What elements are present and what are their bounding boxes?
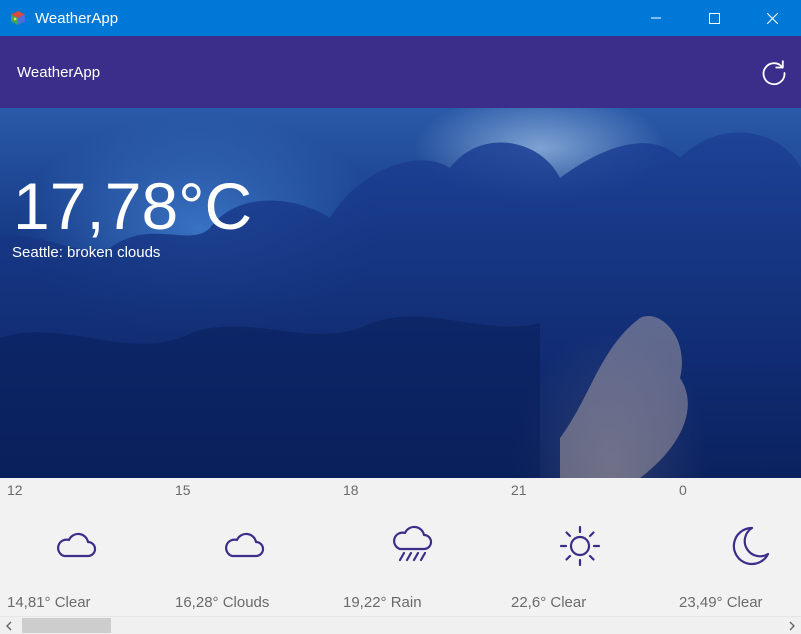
scroll-right-button[interactable] [783,617,801,634]
window-titlebar[interactable]: WeatherApp [0,0,801,36]
weather-background-image: 17,78°C Seattle: broken clouds [0,108,801,478]
forecast-item[interactable]: 0 23,49° Clear [672,478,801,616]
horizontal-scrollbar[interactable] [0,616,801,634]
forecast-hour: 0 [679,482,687,498]
sun-icon [559,525,601,567]
app-header: WeatherApp [0,36,801,108]
forecast-item[interactable]: 15 16,28° Clouds [168,478,335,616]
window-title: WeatherApp [35,9,119,27]
forecast-item[interactable]: 18 19,22° Rain [336,478,503,616]
refresh-button[interactable] [760,59,788,87]
forecast-summary: 16,28° Clouds [175,594,270,611]
current-temperature: 17,78°C [13,169,253,243]
minimize-button[interactable] [627,0,685,36]
maximize-button[interactable] [685,0,743,36]
chevron-right-icon [789,621,795,631]
rain-cloud-icon [393,525,433,562]
forecast-item[interactable]: 21 22,6° Clear [504,478,671,616]
scrollbar-thumb[interactable] [22,618,111,633]
maximize-icon [708,12,720,24]
cloud-icon [57,532,97,558]
forecast-summary: 19,22° Rain [343,594,422,611]
forecast-hour: 15 [175,482,191,498]
forecast-hour: 12 [7,482,23,498]
forecast-summary: 23,49° Clear [679,594,763,611]
scroll-left-button[interactable] [0,617,18,634]
app-logo-icon [10,10,26,26]
close-button[interactable] [743,0,801,36]
app-header-title: WeatherApp [17,63,101,81]
forecast-summary: 14,81° Clear [7,594,91,611]
forecast-item[interactable]: 12 14,81° Clear [0,478,167,616]
chevron-left-icon [6,621,12,631]
moon-icon [732,526,770,566]
cloud-illustration [0,132,801,478]
refresh-icon [762,60,786,86]
forecast-hour: 18 [343,482,359,498]
close-icon [766,12,778,24]
cloud-icon [225,532,265,558]
forecast-summary: 22,6° Clear [511,594,587,611]
forecast-list: 12 14,81° Clear 15 16,28° Clouds 18 19,2… [0,478,801,616]
current-description: Seattle: broken clouds [12,244,161,261]
minimize-icon [651,17,661,19]
forecast-hour: 21 [511,482,527,498]
